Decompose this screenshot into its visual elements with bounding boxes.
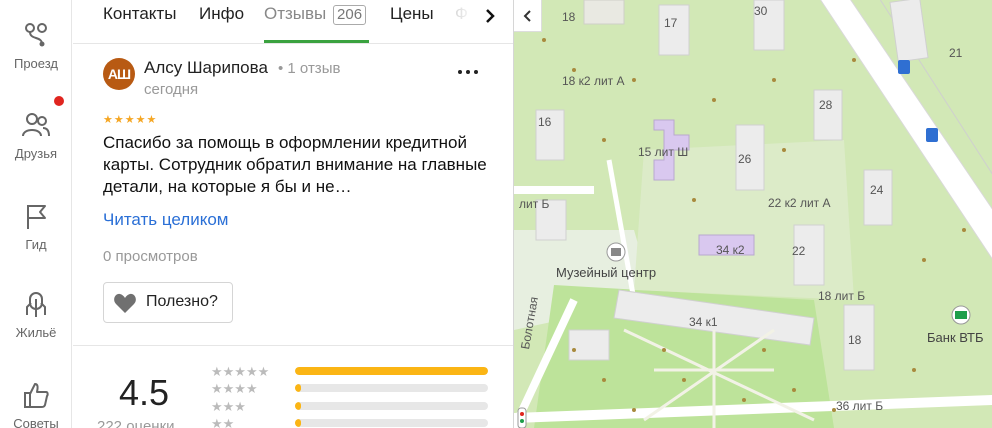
map-label: 17 bbox=[664, 16, 678, 30]
map-canvas bbox=[514, 0, 992, 428]
review-text: Спасибо за помощь в оформлении кредитной… bbox=[103, 133, 487, 196]
avatar[interactable]: АШ bbox=[103, 58, 135, 90]
nav-housing[interactable]: Жильё bbox=[0, 289, 72, 340]
rating-dist-bar bbox=[295, 402, 488, 410]
rating-dist-fill bbox=[295, 419, 301, 427]
review-stars: ★★★★★ bbox=[103, 114, 158, 126]
reviews-count-badge: 206 bbox=[333, 5, 367, 25]
useful-label: Полезно? bbox=[146, 293, 218, 310]
map-label: 24 bbox=[870, 183, 884, 197]
tab-reviews-label: Отзывы bbox=[264, 4, 327, 23]
nav-tips[interactable]: Советы bbox=[0, 380, 72, 428]
thumbs-up-icon bbox=[24, 383, 49, 408]
flag-icon bbox=[27, 205, 46, 229]
chevron-left-icon bbox=[523, 10, 531, 22]
author-reviews-count: • 1 отзыв bbox=[278, 60, 341, 77]
more-options-button[interactable] bbox=[453, 62, 483, 82]
useful-button[interactable]: Полезно? bbox=[103, 282, 233, 323]
map-poi-museum[interactable]: Музейный центр bbox=[556, 265, 656, 280]
tab-reviews[interactable]: Отзывы 206 bbox=[264, 4, 367, 25]
map-label: 34 к2 bbox=[716, 243, 745, 257]
route-icon bbox=[25, 23, 47, 47]
nav-housing-label: Жильё bbox=[15, 325, 57, 340]
friends-icon bbox=[22, 113, 50, 137]
tabs-next-button[interactable] bbox=[478, 4, 502, 28]
map-label: лит Б bbox=[519, 197, 550, 211]
map-label: 30 bbox=[754, 4, 768, 18]
rating-dist-bar bbox=[295, 367, 488, 375]
map-label: 18 bbox=[848, 333, 862, 347]
collapse-panel-button[interactable] bbox=[514, 0, 542, 32]
map-label: 16 bbox=[538, 115, 552, 129]
map-label: 34 к1 bbox=[689, 315, 718, 329]
nav-tips-label: Советы bbox=[13, 416, 59, 428]
rating-value: 4.5 bbox=[119, 372, 170, 413]
rating-dist-fill bbox=[295, 402, 301, 410]
read-more-link[interactable]: Читать целиком bbox=[103, 210, 229, 230]
map-label: 18 лит Б bbox=[818, 289, 866, 303]
map-label: 22 к2 лит А bbox=[768, 196, 831, 210]
more-dots-icon bbox=[458, 70, 478, 74]
rating-dist-stars: ★★★★ bbox=[211, 381, 258, 396]
review-author[interactable]: Алсу Шарипова bbox=[144, 58, 268, 78]
rating-dist-bar bbox=[295, 419, 488, 427]
active-tab-indicator bbox=[264, 40, 369, 43]
map-label: 28 bbox=[819, 98, 833, 112]
notification-dot bbox=[54, 96, 64, 106]
map-view[interactable]: 18 17 30 21 18 к2 лит А 16 15 лит Ш 26 2… bbox=[513, 0, 992, 428]
tab-info[interactable]: Инфо bbox=[199, 4, 244, 24]
tab-prices[interactable]: Цены bbox=[390, 4, 434, 24]
nav-friends-label: Друзья bbox=[14, 146, 58, 161]
tab-contacts[interactable]: Контакты bbox=[103, 4, 176, 24]
rating-dist-fill bbox=[295, 384, 301, 392]
review-date: сегодня bbox=[144, 81, 199, 98]
nav-friends[interactable]: Друзья bbox=[0, 110, 72, 161]
review-views: 0 просмотров bbox=[103, 248, 198, 265]
chevron-right-icon bbox=[486, 9, 495, 23]
map-label: 26 bbox=[738, 152, 752, 166]
map-label: 22 bbox=[792, 244, 806, 258]
rating-dist-bar bbox=[295, 384, 488, 392]
rating-count: 222 оценки bbox=[97, 418, 175, 428]
nav-route[interactable]: Проезд bbox=[0, 20, 72, 71]
rating-dist-stars: ★★ bbox=[211, 416, 235, 428]
nav-guide-label: Гид bbox=[25, 237, 47, 252]
map-label: 15 лит Ш bbox=[638, 145, 689, 159]
housing-icon bbox=[26, 292, 46, 317]
organization-panel: Контакты Инфо Отзывы 206 Цены Ф АШ Алсу … bbox=[73, 0, 513, 428]
rating-dist-stars: ★★★ bbox=[211, 399, 246, 414]
map-poi-bank[interactable]: Банк ВТБ bbox=[927, 330, 984, 345]
rating-dist-fill bbox=[295, 367, 488, 375]
nav-guide[interactable]: Гид bbox=[0, 201, 72, 252]
nav-route-label: Проезд bbox=[13, 56, 58, 71]
section-divider bbox=[73, 345, 513, 346]
left-nav: Проезд Друзья Гид Жильё Советы bbox=[0, 0, 72, 428]
heart-icon bbox=[114, 293, 136, 313]
map-label: 21 bbox=[949, 46, 963, 60]
rating-dist-stars: ★★★★★ bbox=[211, 364, 270, 379]
map-label: 18 bbox=[562, 10, 576, 24]
tab-bar: Контакты Инфо Отзывы 206 Цены Ф bbox=[73, 0, 513, 44]
map-label: 18 к2 лит А bbox=[562, 74, 625, 88]
map-label: 36 лит Б bbox=[836, 399, 884, 413]
